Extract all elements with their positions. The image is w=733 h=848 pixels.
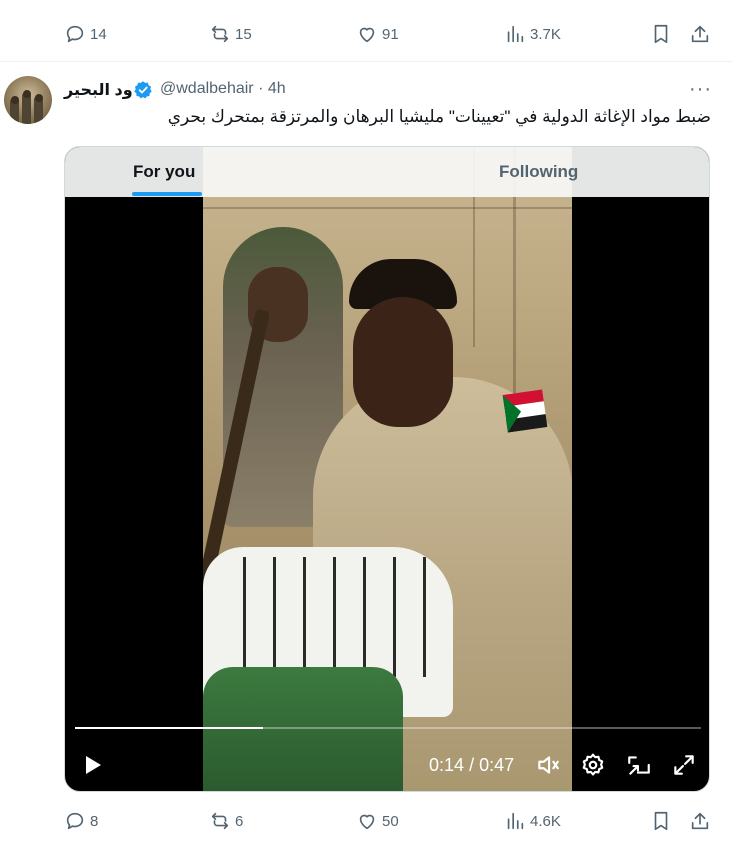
- settings-icon: [582, 753, 604, 776]
- settings-button[interactable]: [580, 752, 606, 778]
- user-handle[interactable]: @wdalbehair: [160, 80, 254, 97]
- video-frame: [203, 147, 572, 791]
- bookmark-button[interactable]: [650, 801, 672, 841]
- time-separator: /: [469, 755, 475, 775]
- repost-button[interactable]: 15: [209, 14, 252, 54]
- share-button[interactable]: [689, 14, 711, 54]
- sack-stripe: [303, 557, 306, 677]
- avatar[interactable]: [4, 76, 52, 124]
- repost-count: 15: [235, 25, 252, 43]
- tweet-text: ضبط مواد الإغاثة الدولية في "تعيينات" مل…: [167, 107, 711, 126]
- views-icon: [507, 25, 524, 43]
- more-options-button[interactable]: ···: [689, 78, 712, 101]
- verified-badge-icon: [134, 81, 152, 99]
- sack-stripe: [243, 557, 246, 677]
- reply-button[interactable]: 14: [64, 14, 107, 54]
- repost-icon: [211, 25, 229, 43]
- video-progress-fill: [75, 727, 263, 729]
- views-count: 3.7K: [530, 25, 561, 43]
- reply-icon: [66, 812, 84, 830]
- bookmark-icon: [654, 24, 668, 44]
- reply-button[interactable]: 8: [64, 801, 98, 841]
- reply-icon: [66, 25, 84, 43]
- reply-count: 14: [90, 25, 107, 43]
- like-count: 50: [382, 812, 399, 830]
- heart-icon: [359, 814, 375, 830]
- views-icon: [507, 812, 524, 830]
- tweet-time[interactable]: 4h: [268, 80, 286, 97]
- heart-icon: [359, 27, 375, 43]
- views-button[interactable]: 4.6K: [504, 801, 561, 841]
- share-icon: [691, 812, 709, 830]
- meta-separator: ·: [258, 80, 264, 97]
- repost-icon: [211, 812, 229, 830]
- repost-button[interactable]: 6: [209, 801, 243, 841]
- fullscreen-button[interactable]: [671, 752, 697, 778]
- prev-tweet-actions: 14 15 91 3.7K: [0, 14, 733, 54]
- foreground-person-face: [353, 297, 453, 427]
- tab-following[interactable]: Following: [499, 147, 578, 197]
- play-icon[interactable]: [81, 753, 105, 777]
- flag-patch-icon: [502, 389, 548, 433]
- active-tab-indicator: [132, 192, 202, 196]
- sack-stripe: [273, 557, 276, 677]
- tweet-actions: 8 6 50 4.6K: [0, 801, 733, 841]
- sack-stripe: [423, 557, 426, 677]
- tweet-divider: [0, 61, 733, 62]
- green-bag: [203, 667, 403, 791]
- timeline-tabs: For you Following: [65, 147, 709, 197]
- volume-icon: [538, 756, 559, 774]
- share-icon: [691, 25, 709, 43]
- sack-stripe: [363, 557, 366, 677]
- share-button[interactable]: [689, 801, 711, 841]
- avatar-head: [23, 90, 31, 98]
- current-time: 0:14: [429, 755, 465, 775]
- picture-in-picture-button[interactable]: [626, 752, 652, 778]
- repost-count: 6: [235, 812, 244, 830]
- tab-for-you[interactable]: For you: [133, 147, 195, 197]
- video-time: 0:14 / 0:47: [429, 755, 514, 776]
- views-count: 4.6K: [530, 812, 561, 830]
- bookmark-icon: [654, 811, 668, 831]
- tweet-meta: @wdalbehair · 4h: [160, 80, 286, 98]
- fullscreen-icon: [674, 755, 694, 775]
- display-name[interactable]: ود البحير: [64, 80, 133, 100]
- views-button[interactable]: 3.7K: [504, 14, 561, 54]
- duration: 0:47: [479, 755, 515, 775]
- volume-button[interactable]: [535, 752, 561, 778]
- reply-count: 8: [90, 812, 99, 830]
- sack-stripe: [393, 557, 396, 677]
- like-count: 91: [382, 25, 399, 43]
- like-button[interactable]: 50: [356, 801, 399, 841]
- sack-stripe: [333, 557, 336, 677]
- bookmark-button[interactable]: [650, 14, 672, 54]
- avatar-head: [35, 94, 43, 102]
- video-progress-bar[interactable]: [75, 727, 701, 729]
- like-button[interactable]: 91: [356, 14, 399, 54]
- avatar-head: [11, 96, 19, 104]
- picture-in-picture-icon: [628, 756, 650, 775]
- video-player[interactable]: For you Following 0:14 / 0:47: [64, 146, 710, 792]
- wall-crack: [203, 207, 572, 209]
